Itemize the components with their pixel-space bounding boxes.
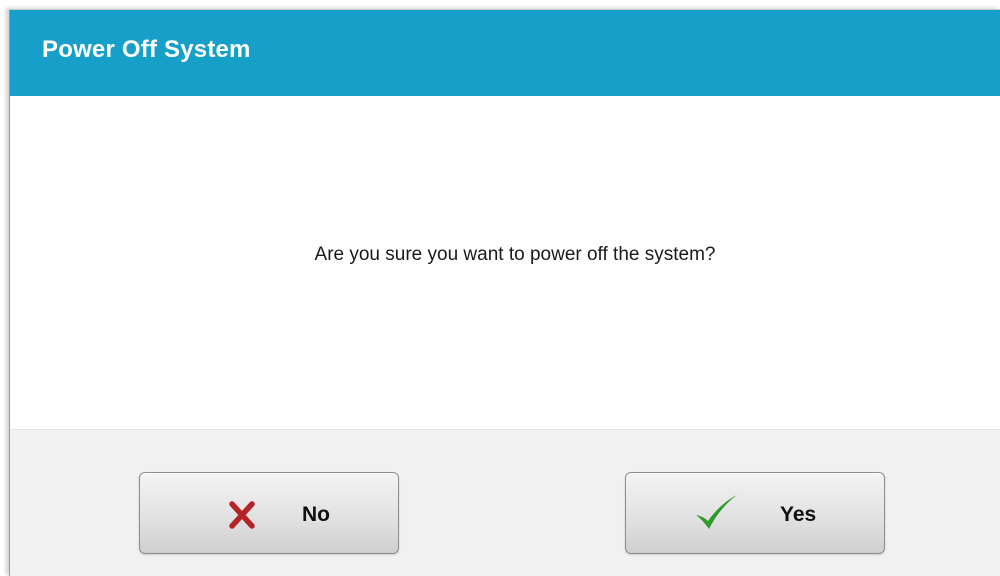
dialog-title-bar: Power Off System — [10, 10, 1000, 96]
confirmation-message: Are you sure you want to power off the s… — [314, 244, 716, 265]
no-button[interactable]: No — [139, 472, 399, 554]
power-off-dialog: Power Off System Are you sure you want t… — [9, 9, 1000, 576]
no-button-label: No — [302, 503, 330, 526]
dialog-body: Are you sure you want to power off the s… — [10, 96, 1000, 429]
checkmark-icon — [696, 495, 737, 529]
dialog-title: Power Off System — [42, 36, 251, 63]
yes-button[interactable]: Yes — [625, 472, 885, 554]
dialog-button-bar: No Yes — [10, 429, 1000, 576]
yes-button-label: Yes — [780, 503, 817, 526]
close-x-icon — [229, 501, 255, 529]
